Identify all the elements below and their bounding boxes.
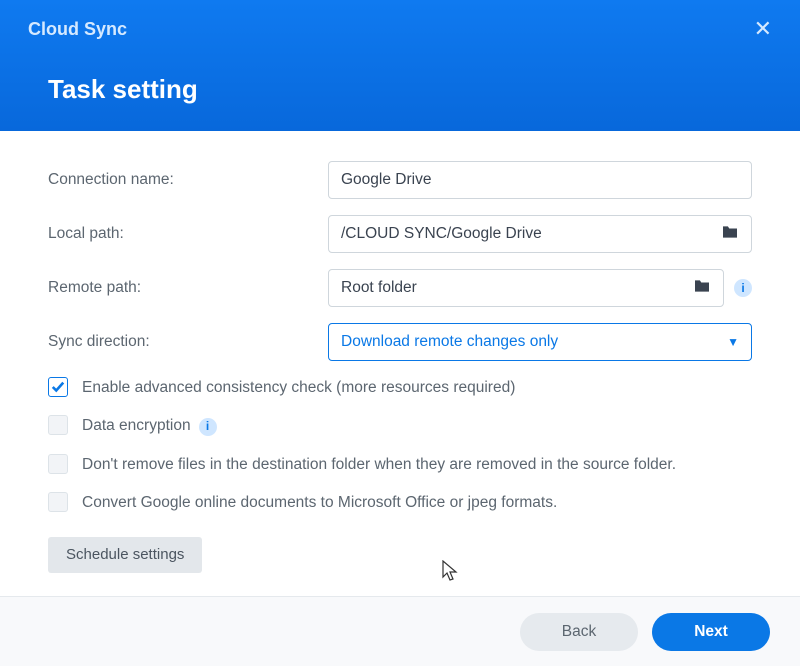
- folder-icon[interactable]: [713, 225, 739, 244]
- checkbox-label: Data encryption i: [82, 415, 752, 437]
- connection-name-value: Google Drive: [341, 171, 739, 189]
- app-title: Cloud Sync: [28, 19, 127, 40]
- label-sync-direction: Sync direction:: [48, 333, 328, 351]
- back-button[interactable]: Back: [520, 613, 638, 651]
- checkbox-input[interactable]: [48, 377, 68, 397]
- remote-path-value: Root folder: [341, 279, 685, 297]
- row-local-path: Local path: /CLOUD SYNC/Google Drive: [48, 215, 752, 253]
- row-connection-name: Connection name: Google Drive: [48, 161, 752, 199]
- checkbox-label: Don't remove files in the destination fo…: [82, 454, 752, 476]
- checkbox-dont-remove[interactable]: Don't remove files in the destination fo…: [48, 454, 752, 476]
- connection-name-input[interactable]: Google Drive: [328, 161, 752, 199]
- dialog-footer: Back Next: [0, 596, 800, 666]
- row-remote-path: Remote path: Root folder i: [48, 269, 752, 307]
- chevron-down-icon: ▼: [727, 335, 739, 349]
- cloud-sync-dialog: Cloud Sync ✕ Task setting Connection nam…: [0, 0, 800, 666]
- folder-icon[interactable]: [685, 279, 711, 298]
- next-button[interactable]: Next: [652, 613, 770, 651]
- page-title: Task setting: [48, 74, 772, 105]
- sync-direction-value: Download remote changes only: [341, 333, 727, 351]
- check-icon: [51, 380, 65, 394]
- checkbox-label-text: Data encryption: [82, 415, 191, 437]
- local-path-input[interactable]: /CLOUD SYNC/Google Drive: [328, 215, 752, 253]
- label-remote-path: Remote path:: [48, 279, 328, 297]
- checkbox-input[interactable]: [48, 454, 68, 474]
- checkbox-input[interactable]: [48, 415, 68, 435]
- checkbox-advanced-consistency[interactable]: Enable advanced consistency check (more …: [48, 377, 752, 399]
- checkbox-data-encryption[interactable]: Data encryption i: [48, 415, 752, 437]
- close-icon[interactable]: ✕: [754, 18, 772, 40]
- checkbox-label: Convert Google online documents to Micro…: [82, 492, 752, 514]
- info-icon[interactable]: i: [734, 279, 752, 297]
- dialog-header: Cloud Sync ✕ Task setting: [0, 0, 800, 131]
- label-connection-name: Connection name:: [48, 171, 328, 189]
- info-icon[interactable]: i: [199, 418, 217, 436]
- checkbox-label: Enable advanced consistency check (more …: [82, 377, 752, 399]
- row-sync-direction: Sync direction: Download remote changes …: [48, 323, 752, 361]
- dialog-body: Connection name: Google Drive Local path…: [0, 131, 800, 596]
- label-local-path: Local path:: [48, 225, 328, 243]
- checkbox-convert-docs[interactable]: Convert Google online documents to Micro…: [48, 492, 752, 514]
- schedule-settings-button[interactable]: Schedule settings: [48, 537, 202, 573]
- local-path-value: /CLOUD SYNC/Google Drive: [341, 225, 713, 243]
- cursor-icon: [442, 560, 460, 582]
- remote-path-input[interactable]: Root folder: [328, 269, 724, 307]
- checkbox-input[interactable]: [48, 492, 68, 512]
- sync-direction-select[interactable]: Download remote changes only ▼: [328, 323, 752, 361]
